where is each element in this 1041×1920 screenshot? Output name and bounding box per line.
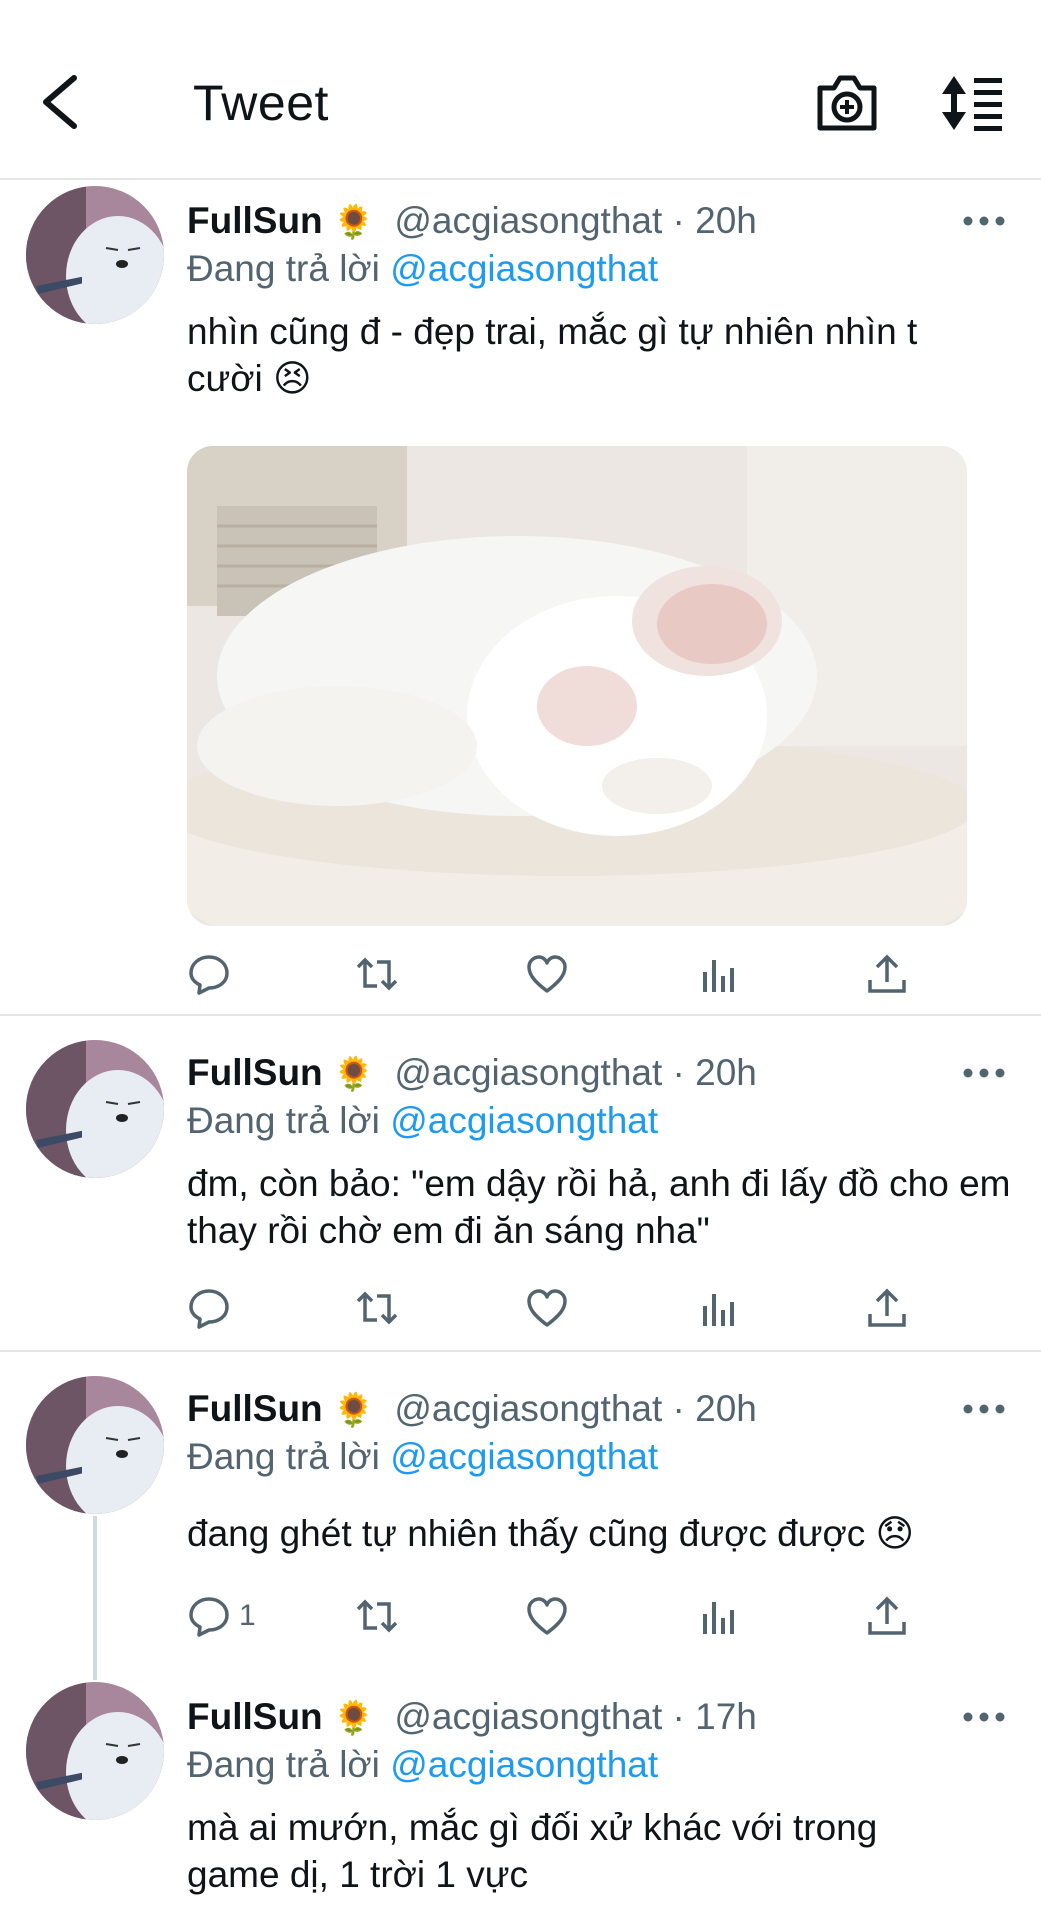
reply-mention[interactable]: @acgiasongthat [390, 1744, 658, 1785]
more-options-icon[interactable] [962, 1402, 1006, 1416]
reply-button[interactable]: 1 [187, 1592, 256, 1640]
like-button[interactable] [525, 1592, 569, 1640]
share-button[interactable] [865, 1592, 909, 1640]
top-bar: Tweet [0, 0, 1041, 180]
handle-time: @acgiasongthat · 17h [394, 1696, 757, 1737]
more-options-icon[interactable] [962, 1066, 1006, 1080]
share-icon [868, 954, 906, 993]
avatar[interactable] [26, 1376, 164, 1514]
retweet-icon [356, 1291, 398, 1325]
share-button[interactable] [865, 1284, 909, 1332]
retweet-button[interactable] [355, 950, 399, 998]
views-icon [703, 1294, 734, 1326]
sunflower-emoji: 🌻 [332, 202, 375, 241]
like-icon [527, 1289, 567, 1327]
tweet-text: nhìn cũng đ - đẹp trai, mắc gì tự nhiên … [187, 311, 918, 399]
display-name[interactable]: FullSun [187, 1696, 323, 1737]
like-button[interactable] [525, 1284, 569, 1332]
reply-mention[interactable]: @acgiasongthat [390, 1436, 658, 1477]
sunflower-emoji: 🌻 [332, 1698, 375, 1737]
reply-prefix: Đang trả lời [187, 1436, 380, 1477]
reply-prefix: Đang trả lời [187, 248, 380, 289]
author-line: FullSun 🌻 @acgiasongthat · 20h [187, 1052, 757, 1094]
retweet-button[interactable] [355, 1284, 399, 1332]
author-line: FullSun 🌻 @acgiasongthat · 20h [187, 200, 757, 242]
avatar[interactable] [26, 186, 164, 324]
author-line: FullSun 🌻 @acgiasongthat · 17h [187, 1696, 757, 1738]
retweet-button[interactable] [355, 1592, 399, 1640]
retweet-icon [356, 957, 398, 991]
reply-mention[interactable]: @acgiasongthat [390, 1100, 658, 1141]
like-icon [527, 1597, 567, 1635]
views-icon [703, 1602, 734, 1634]
tweet-actions: 1 [187, 1592, 927, 1640]
tweet-1[interactable]: FullSun 🌻 @acgiasongthat · 20h Đang trả … [0, 178, 1041, 1014]
views-icon [703, 960, 734, 992]
more-options-icon[interactable] [962, 214, 1006, 228]
tweet-3[interactable]: FullSun 🌻 @acgiasongthat · 20h Đang trả … [0, 1352, 1041, 1672]
reply-button[interactable] [187, 1284, 239, 1332]
tweet-actions [187, 1284, 927, 1332]
tweet-image[interactable] [187, 446, 967, 926]
handle-time: @acgiasongthat · 20h [394, 1388, 757, 1429]
avatar[interactable] [26, 1040, 164, 1178]
like-button[interactable] [525, 950, 569, 998]
retweet-icon [356, 1599, 398, 1633]
views-button[interactable] [695, 1284, 739, 1332]
reply-context: Đang trả lời @acgiasongthat [187, 248, 658, 290]
sort-list-icon[interactable] [940, 72, 1006, 134]
tweet-text: đang ghét tự nhiên thấy cũng được được 😞 [187, 1513, 915, 1554]
reply-count: 1 [239, 1599, 256, 1632]
reply-context: Đang trả lời @acgiasongthat [187, 1744, 658, 1786]
reply-mention[interactable]: @acgiasongthat [390, 248, 658, 289]
chevron-left-icon[interactable] [36, 72, 84, 132]
tweet-text: mà ai mướn, mắc gì đối xử khác với trong… [187, 1807, 878, 1895]
reply-icon [189, 1289, 229, 1329]
tweet-text: đm, còn bảo: "em dậy rồi hả, anh đi lấy … [187, 1163, 1011, 1251]
views-button[interactable] [695, 950, 739, 998]
share-icon [868, 1288, 906, 1327]
display-name[interactable]: FullSun [187, 200, 323, 241]
reply-icon [189, 1597, 229, 1637]
like-icon [527, 955, 567, 993]
handle-time: @acgiasongthat · 20h [394, 200, 757, 241]
handle-time: @acgiasongthat · 20h [394, 1052, 757, 1093]
share-button[interactable] [865, 950, 909, 998]
sunflower-emoji: 🌻 [332, 1390, 375, 1429]
tweet-2[interactable]: FullSun 🌻 @acgiasongthat · 20h Đang trả … [0, 1016, 1041, 1350]
share-icon [868, 1596, 906, 1635]
reply-prefix: Đang trả lời [187, 1100, 380, 1141]
display-name[interactable]: FullSun [187, 1388, 323, 1429]
more-options-icon[interactable] [962, 1710, 1006, 1724]
avatar[interactable] [26, 1682, 164, 1820]
reply-prefix: Đang trả lời [187, 1744, 380, 1785]
tweet-4[interactable]: FullSun 🌻 @acgiasongthat · 17h Đang trả … [0, 1660, 1041, 1920]
tweet-actions [187, 950, 927, 998]
author-line: FullSun 🌻 @acgiasongthat · 20h [187, 1388, 757, 1430]
page-title: Tweet [193, 75, 329, 131]
reply-icon [189, 955, 229, 995]
reply-context: Đang trả lời @acgiasongthat [187, 1100, 658, 1142]
camera-plus-icon[interactable] [814, 72, 880, 134]
reply-button[interactable] [187, 950, 239, 998]
reply-context: Đang trả lời @acgiasongthat [187, 1436, 658, 1478]
views-button[interactable] [695, 1592, 739, 1640]
sunflower-emoji: 🌻 [332, 1054, 375, 1093]
display-name[interactable]: FullSun [187, 1052, 323, 1093]
